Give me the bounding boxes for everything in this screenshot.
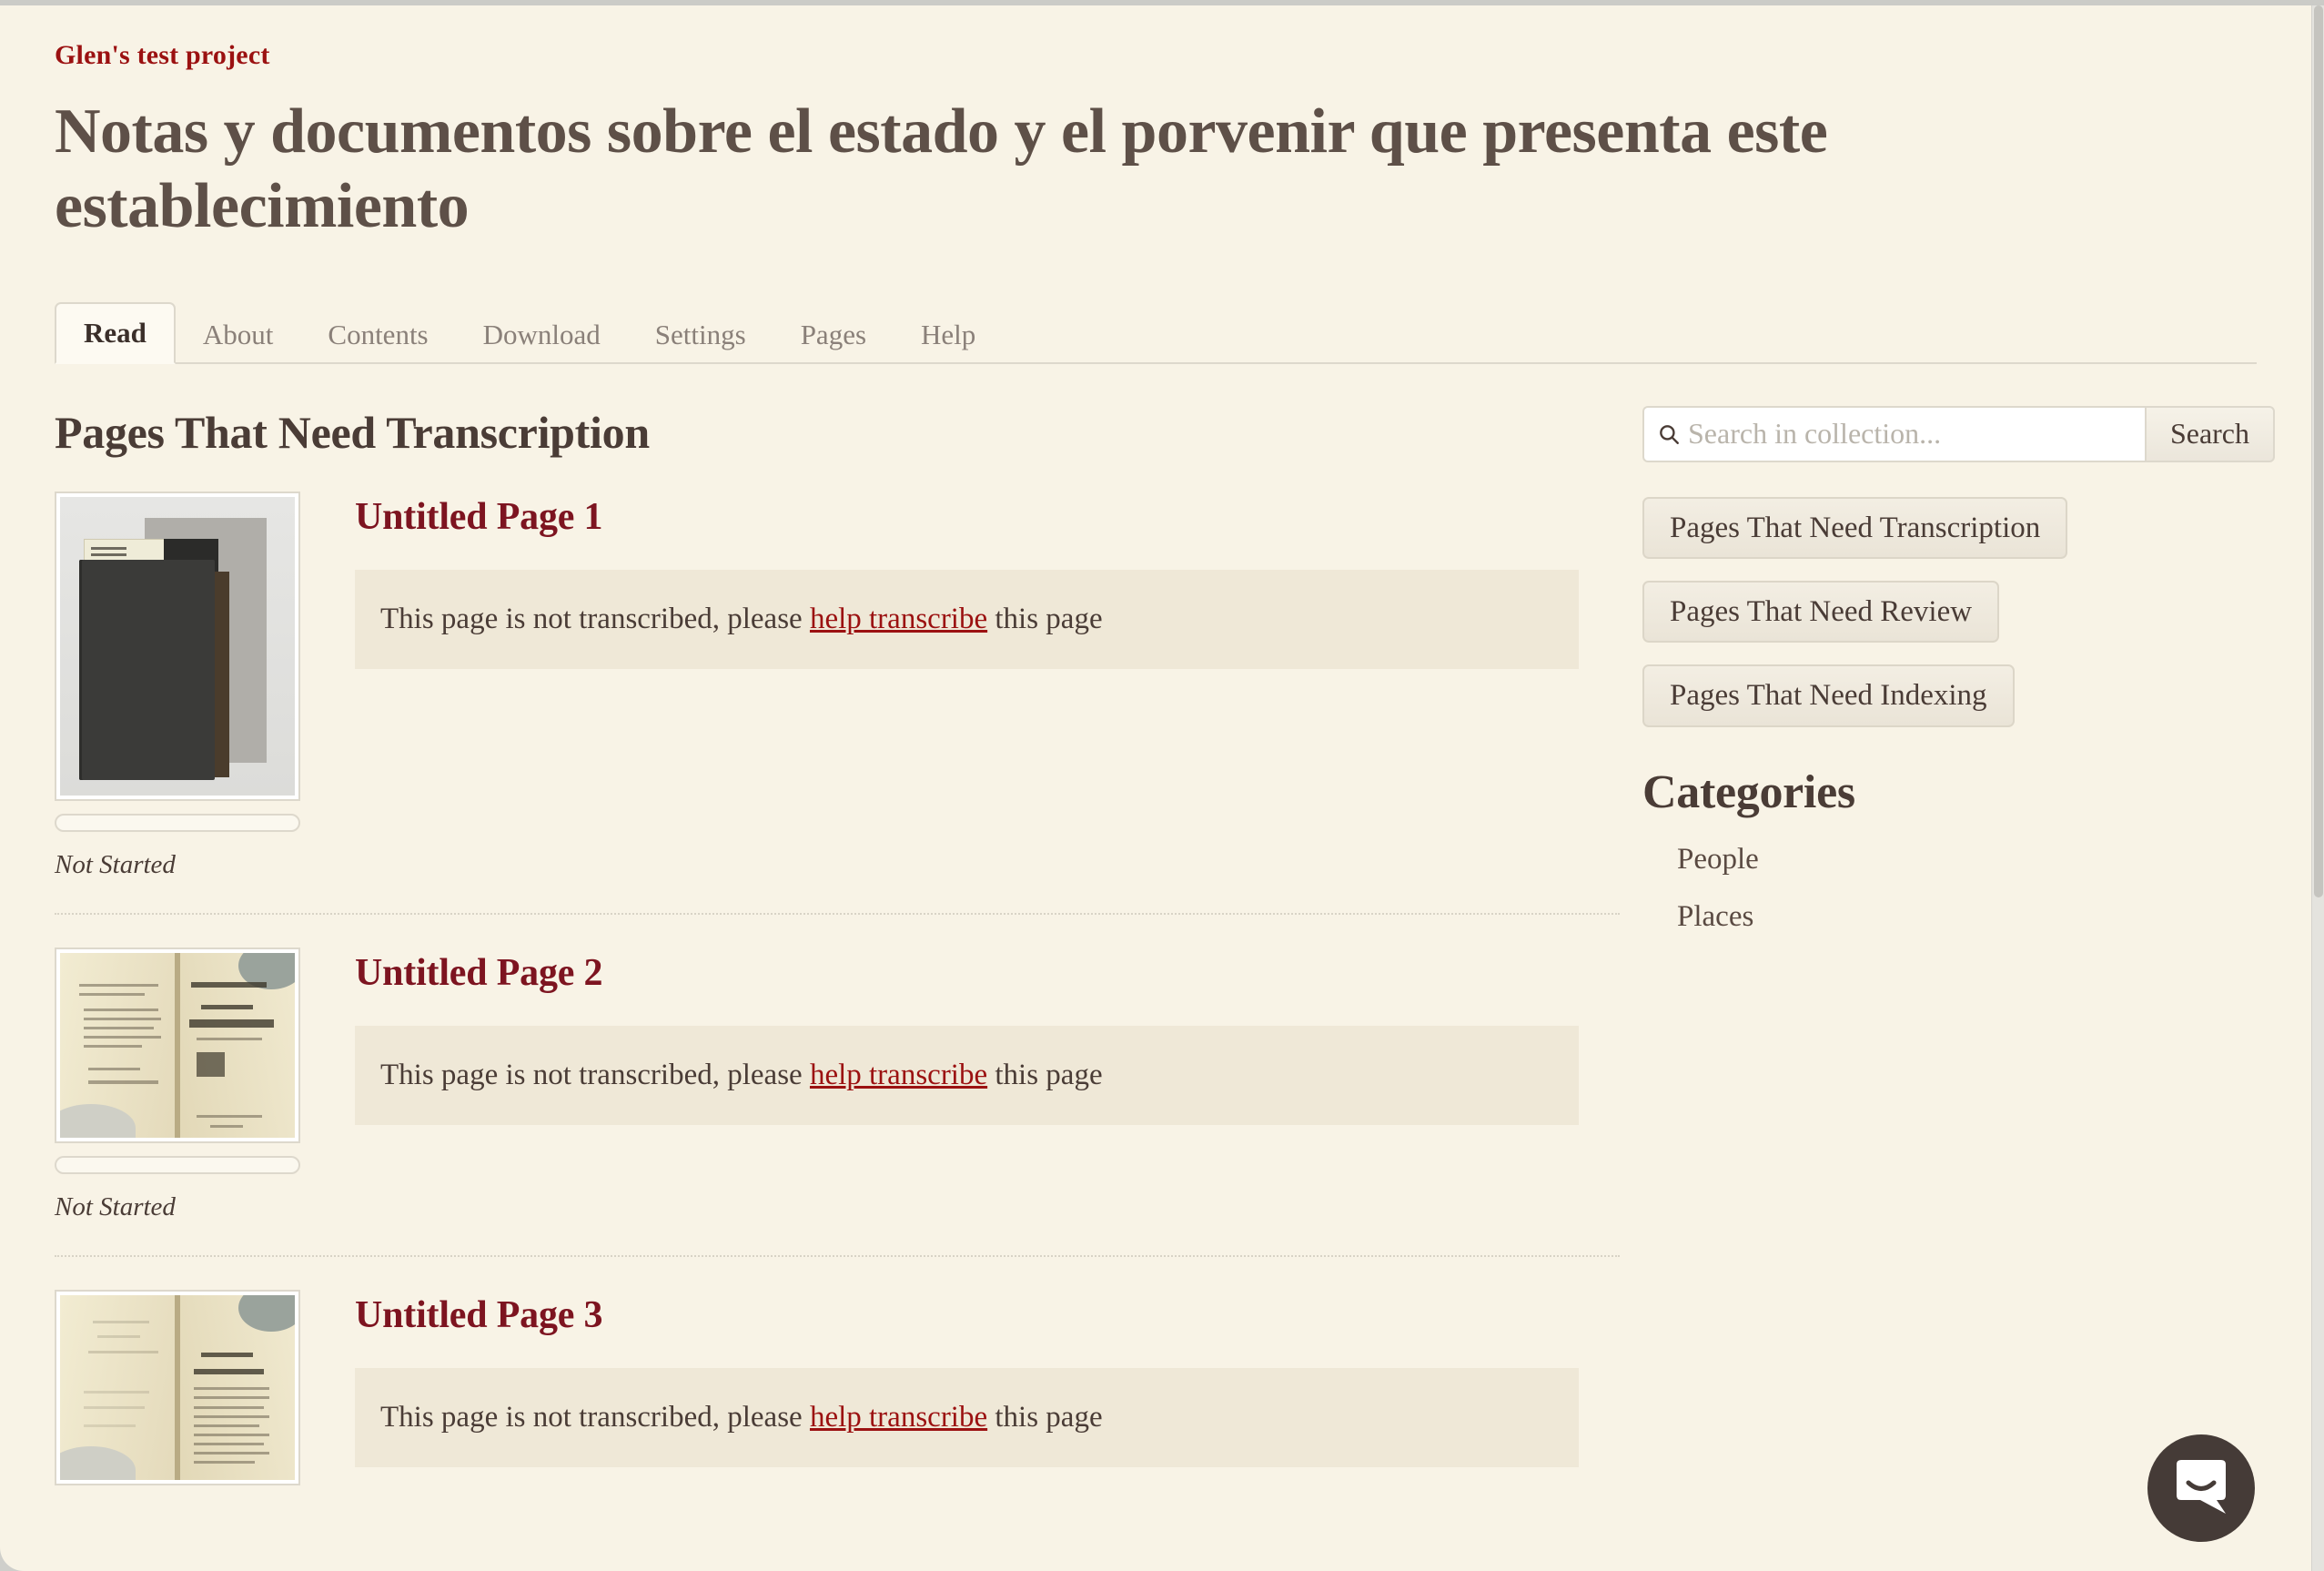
- status-badge: Not Started: [55, 849, 176, 879]
- entry-body: Untitled Page 3 This page is not transcr…: [355, 1290, 1620, 1485]
- tab-read[interactable]: Read: [55, 301, 176, 364]
- status-badge: Not Started: [55, 1191, 176, 1221]
- thumbnail-column: Not Started: [55, 947, 355, 1222]
- page-title-link[interactable]: Untitled Page 3: [355, 1293, 1620, 1337]
- page-title: Notas y documentos sobre el estado y el …: [55, 96, 1828, 241]
- notice-prefix: This page is not transcribed, please: [380, 1400, 810, 1434]
- notice-suffix: this page: [987, 1400, 1103, 1434]
- entry-body: Untitled Page 1 This page is not transcr…: [355, 492, 1620, 880]
- notice-suffix: this page: [987, 1058, 1103, 1091]
- transcription-progress-bar: [55, 813, 300, 832]
- page-viewport: Glen's test project Notas y documentos s…: [0, 5, 2311, 1571]
- tab-contents[interactable]: Contents: [300, 304, 455, 364]
- search-input[interactable]: [1688, 417, 2145, 451]
- notice-prefix: This page is not transcribed, please: [380, 602, 810, 635]
- not-transcribed-notice: This page is not transcribed, please hel…: [355, 1367, 1579, 1467]
- help-transcribe-link[interactable]: help transcribe: [810, 1401, 987, 1434]
- section-heading: Pages That Need Transcription: [55, 406, 650, 458]
- page-title-link[interactable]: Untitled Page 1: [355, 495, 1620, 539]
- chat-launcher-button[interactable]: [2147, 1434, 2255, 1542]
- page-scrollbar[interactable]: [2311, 5, 2324, 1571]
- filter-button-group: Pages That Need Transcription Pages That…: [1642, 496, 2257, 727]
- main-tab-bar: Read About Contents Download Settings Pa…: [55, 295, 2257, 364]
- filter-pages-need-transcription[interactable]: Pages That Need Transcription: [1642, 496, 2068, 560]
- filter-pages-need-review[interactable]: Pages That Need Review: [1642, 581, 2000, 644]
- filter-pages-need-indexing[interactable]: Pages That Need Indexing: [1642, 664, 2015, 727]
- category-item-people[interactable]: People: [1677, 843, 2257, 877]
- content-columns: Pages That Need Transcription Not Starte…: [55, 405, 2275, 1485]
- thumbnail-column: [55, 1289, 355, 1485]
- page-thumbnail[interactable]: [55, 491, 300, 801]
- categories-heading: Categories: [1642, 765, 1855, 818]
- category-item-places[interactable]: Places: [1677, 900, 2257, 934]
- page-list-item: Untitled Page 3 This page is not transcr…: [55, 1254, 1620, 1485]
- help-transcribe-link[interactable]: help transcribe: [810, 1059, 987, 1091]
- transcription-progress-bar: [55, 1155, 300, 1174]
- sidebar: Search Pages That Need Transcription Pag…: [1620, 405, 2275, 934]
- project-breadcrumb-link[interactable]: Glen's test project: [55, 5, 2257, 71]
- tab-help[interactable]: Help: [894, 304, 1003, 364]
- help-transcribe-link[interactable]: help transcribe: [810, 603, 987, 635]
- search-button[interactable]: Search: [2144, 405, 2275, 462]
- tab-pages[interactable]: Pages: [773, 304, 894, 364]
- page-list-item: Not Started Untitled Page 1 This page is…: [55, 459, 1620, 880]
- tab-download[interactable]: Download: [456, 304, 628, 364]
- collection-search-form: Search: [1642, 405, 2275, 462]
- main-column: Pages That Need Transcription Not Starte…: [55, 406, 1620, 1485]
- entry-body: Untitled Page 2 This page is not transcr…: [355, 948, 1620, 1222]
- thumbnail-column: Not Started: [55, 491, 355, 880]
- page-content: Glen's test project Notas y documentos s…: [0, 5, 2311, 1485]
- page-list-item: Not Started Untitled Page 2 This page is…: [55, 912, 1620, 1222]
- not-transcribed-notice: This page is not transcribed, please hel…: [355, 1025, 1579, 1125]
- page-thumbnail[interactable]: [55, 947, 300, 1143]
- search-icon: [1657, 422, 1681, 446]
- page-thumbnail[interactable]: [55, 1289, 300, 1485]
- page-title-link[interactable]: Untitled Page 2: [355, 951, 1620, 995]
- scrollbar-thumb[interactable]: [2314, 5, 2323, 897]
- not-transcribed-notice: This page is not transcribed, please hel…: [355, 569, 1579, 669]
- tab-settings[interactable]: Settings: [628, 304, 773, 364]
- notice-prefix: This page is not transcribed, please: [380, 1058, 810, 1091]
- tab-about[interactable]: About: [176, 304, 301, 364]
- notice-suffix: this page: [987, 602, 1103, 635]
- search-box[interactable]: [1642, 405, 2145, 462]
